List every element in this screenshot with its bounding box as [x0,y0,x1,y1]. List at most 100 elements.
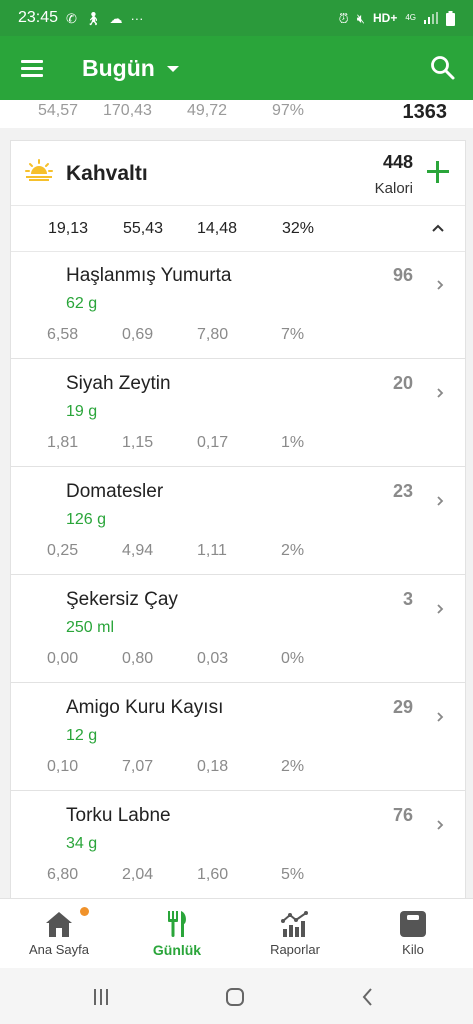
food-name: Haşlanmış Yumurta [66,265,232,286]
food-macro-value: 2% [281,758,305,775]
daily-calorie-total: 1363 [402,101,448,123]
food-macro-value: 7% [281,326,305,343]
phone-icon: ✆ [66,10,77,26]
food-item[interactable]: Amigo Kuru Kayısı 12 g 29 0,10 7,07 0,18… [11,683,465,791]
food-item[interactable]: Siyah Zeytin 19 g 20 1,81 1,15 0,17 1% [11,359,465,467]
meal-macros-row[interactable]: 19,13 55,43 14,48 32% [11,205,465,252]
meal-header[interactable]: Kahvaltı 448 Kalori [11,141,465,205]
food-quantity: 126 g [66,511,107,528]
food-quantity: 19 g [66,403,98,420]
chevron-right-icon [437,604,444,614]
chevron-right-icon [437,388,444,398]
chevron-right-icon [437,820,444,830]
status-time: 23:45 [18,9,59,26]
meal-calories: 448 [382,152,413,172]
food-macro-value: 0,03 [197,650,229,667]
signal-icon [424,12,438,24]
nav-home[interactable]: Ana Sayfa [0,899,118,969]
food-item[interactable]: Domatesler 126 g 23 0,25 4,94 1,11 2% [11,467,465,575]
menu-icon [21,60,43,77]
fork-knife-icon [168,911,186,937]
food-item[interactable]: Haşlanmış Yumurta 62 g 96 6,58 0,69 7,80… [11,251,465,359]
food-macro-value: 6,80 [47,866,79,883]
nav-label: Ana Sayfa [29,942,89,957]
walking-icon: 🚶︎ [84,10,102,26]
meal-macro-value: 32% [282,220,315,237]
food-macro-value: 0,00 [47,650,79,667]
food-calories: 29 [392,697,413,717]
food-macro-value: 0,25 [47,542,79,559]
food-macro-value: 0,17 [197,434,229,451]
network-label: HD+ [372,11,398,25]
network-sub-label: 4G [405,13,416,22]
food-macro-value: 6,58 [47,326,79,343]
back-icon[interactable] [357,986,379,1008]
daily-summary-row: 54,57 170,43 49,72 97% 1363 [0,100,473,128]
cloud-icon: ☁ [109,10,123,26]
chevron-right-icon [437,712,444,722]
food-item[interactable]: Şekersiz Çay 250 ml 3 0,00 0,80 0,03 0% [11,575,465,683]
more-dots-icon: ··· [130,10,144,26]
mute-icon: 🔇︎ [356,10,365,26]
food-item[interactable]: Torku Labne 34 g 76 6,80 2,04 1,60 5% [11,791,465,898]
food-macro-value: 1% [281,434,305,451]
food-quantity: 250 ml [66,619,115,636]
food-calories: 3 [402,589,413,609]
nav-weight[interactable]: Kilo [354,899,472,969]
home-button-icon[interactable] [224,986,246,1008]
recent-apps-icon[interactable] [90,986,112,1008]
add-food-button[interactable] [427,161,449,183]
meal-macro-value: 14,48 [197,220,238,237]
food-macro-value: 0,69 [122,326,154,343]
food-name: Şekersiz Çay [66,589,178,610]
food-quantity: 62 g [66,295,98,312]
dropdown-arrow-icon[interactable] [166,66,179,72]
food-macro-value: 1,11 [197,542,227,559]
food-quantity: 34 g [66,835,98,852]
chevron-up-icon[interactable] [431,221,445,235]
food-calories: 20 [392,373,413,393]
food-calories: 76 [392,805,413,825]
meal-title: Kahvaltı [66,162,148,185]
bottom-navigation: Ana Sayfa Günlük Raporlar Kilo [0,898,473,969]
menu-button[interactable] [0,36,64,100]
search-icon[interactable] [429,54,457,82]
food-name: Torku Labne [66,805,171,826]
chevron-right-icon [437,496,444,506]
app-bar: Bugün [0,36,473,100]
food-name: Siyah Zeytin [66,373,171,394]
nav-label: Kilo [402,942,424,957]
food-calories: 96 [392,265,413,285]
reports-icon [281,911,308,937]
food-macro-value: 2,04 [122,866,154,883]
meal-calories-label: Kalori [374,180,413,197]
food-macro-value: 1,81 [47,434,79,451]
nav-reports[interactable]: Raporlar [236,899,354,969]
meal-card: Kahvaltı 448 Kalori 19,13 55,43 14,48 32… [10,140,466,902]
food-macro-value: 7,80 [197,326,229,343]
alarm-icon: ⏰︎ [338,10,349,26]
scale-icon [400,911,426,937]
food-name: Domatesler [66,481,164,502]
chevron-right-icon [437,280,444,290]
status-bar: 23:45 ✆ 🚶︎ ☁ ··· ⏰︎ 🔇︎ HD+ 4G [0,0,473,36]
food-quantity: 12 g [66,727,98,744]
nav-diary[interactable]: Günlük [118,899,236,969]
food-macro-value: 0,18 [197,758,229,775]
food-macro-value: 1,60 [197,866,229,883]
food-macro-value: 7,07 [122,758,154,775]
food-calories: 23 [392,481,413,501]
summary-value: 170,43 [103,102,152,119]
system-navigation-bar [0,968,473,1024]
notification-dot [80,907,89,916]
status-right: ⏰︎ 🔇︎ HD+ 4G [338,10,455,26]
food-macro-value: 5% [281,866,305,883]
summary-value: 54,57 [38,102,79,119]
nav-label: Günlük [152,942,202,958]
summary-value: 97% [272,102,305,119]
page-title[interactable]: Bugün [82,55,155,82]
food-macro-value: 0,80 [122,650,154,667]
meal-macro-value: 55,43 [123,220,164,237]
meal-macro-value: 19,13 [48,220,89,237]
food-macro-value: 0% [281,650,305,667]
